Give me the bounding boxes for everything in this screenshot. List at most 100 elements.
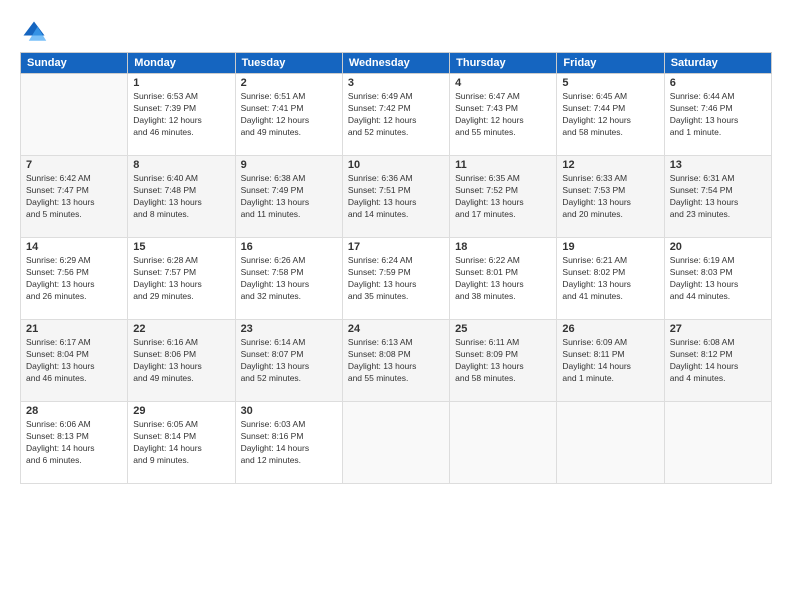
day-info: Sunrise: 6:49 AM Sunset: 7:42 PM Dayligh… [348, 91, 444, 139]
calendar-cell: 11Sunrise: 6:35 AM Sunset: 7:52 PM Dayli… [450, 156, 557, 238]
calendar-cell: 12 Sunrise: 6:33 AM Sunset: 7:53 PM Dayli… [557, 156, 664, 238]
day-number: 25 [455, 323, 551, 335]
day-number: 21 [26, 323, 122, 335]
calendar-cell: 14 Sunrise: 6:29 AM Sunset: 7:56 PM Dayli… [21, 238, 128, 320]
day-number: 6 [670, 77, 766, 89]
calendar-cell [664, 402, 771, 484]
day-info: Sunrise: 6:19 AM Sunset: 8:03 PM Dayligh… [670, 255, 766, 303]
day-info: Sunrise: 6:14 AM Sunset: 8:07 PM Dayligh… [241, 337, 337, 385]
calendar-cell: 3 Sunrise: 6:49 AM Sunset: 7:42 PM Daylig… [342, 74, 449, 156]
calendar-cell: 5Sunrise: 6:45 AM Sunset: 7:44 PM Daylig… [557, 74, 664, 156]
day-info: Sunrise: 6:16 AM Sunset: 8:06 PM Dayligh… [133, 337, 229, 385]
day-info: Sunrise: 6:17 AM Sunset: 8:04 PM Dayligh… [26, 337, 122, 385]
day-number: 14 [26, 241, 122, 253]
weekday-header: Thursday [450, 53, 557, 74]
day-info: Sunrise: 6:21 AM Sunset: 8:02 PM Dayligh… [562, 255, 658, 303]
day-info: Sunrise: 6:51 AM Sunset: 7:41 PM Dayligh… [241, 91, 337, 139]
calendar-week-row: 1 Sunrise: 6:53 AM Sunset: 7:39 PM Daylig… [21, 74, 772, 156]
day-number: 17 [348, 241, 444, 253]
calendar-cell: 20 Sunrise: 6:19 AM Sunset: 8:03 PM Dayli… [664, 238, 771, 320]
day-info: Sunrise: 6:03 AM Sunset: 8:16 PM Dayligh… [241, 419, 337, 467]
day-info: Sunrise: 6:28 AM Sunset: 7:57 PM Dayligh… [133, 255, 229, 303]
calendar-cell: 2 Sunrise: 6:51 AM Sunset: 7:41 PM Daylig… [235, 74, 342, 156]
calendar-cell: 10 Sunrise: 6:36 AM Sunset: 7:51 PM Dayli… [342, 156, 449, 238]
logo [20, 18, 52, 46]
day-number: 15 [133, 241, 229, 253]
weekday-header: Sunday [21, 53, 128, 74]
header [20, 18, 772, 46]
calendar-cell: 1 Sunrise: 6:53 AM Sunset: 7:39 PM Daylig… [128, 74, 235, 156]
calendar-week-row: 7 Sunrise: 6:42 AM Sunset: 7:47 PM Daylig… [21, 156, 772, 238]
day-number: 7 [26, 159, 122, 171]
day-number: 12 [562, 159, 658, 171]
calendar-cell: 25 Sunrise: 6:11 AM Sunset: 8:09 PM Dayli… [450, 320, 557, 402]
day-number: 10 [348, 159, 444, 171]
day-number: 9 [241, 159, 337, 171]
weekday-header: Wednesday [342, 53, 449, 74]
calendar-cell [450, 402, 557, 484]
day-info: Sunrise: 6:44 AM Sunset: 7:46 PM Dayligh… [670, 91, 766, 139]
calendar-week-row: 14 Sunrise: 6:29 AM Sunset: 7:56 PM Dayli… [21, 238, 772, 320]
day-number: 22 [133, 323, 229, 335]
day-info: Sunrise: 6:29 AM Sunset: 7:56 PM Dayligh… [26, 255, 122, 303]
calendar-cell: 8Sunrise: 6:40 AM Sunset: 7:48 PM Daylig… [128, 156, 235, 238]
weekday-header: Saturday [664, 53, 771, 74]
calendar-cell: 29Sunrise: 6:05 AM Sunset: 8:14 PM Dayli… [128, 402, 235, 484]
weekday-header: Friday [557, 53, 664, 74]
day-info: Sunrise: 6:38 AM Sunset: 7:49 PM Dayligh… [241, 173, 337, 221]
page: SundayMondayTuesdayWednesdayThursdayFrid… [0, 0, 792, 612]
calendar-cell [21, 74, 128, 156]
day-info: Sunrise: 6:33 AM Sunset: 7:53 PM Dayligh… [562, 173, 658, 221]
calendar-cell: 27 Sunrise: 6:08 AM Sunset: 8:12 PM Dayli… [664, 320, 771, 402]
calendar-week-row: 28 Sunrise: 6:06 AM Sunset: 8:13 PM Dayli… [21, 402, 772, 484]
day-number: 1 [133, 77, 229, 89]
day-info: Sunrise: 6:06 AM Sunset: 8:13 PM Dayligh… [26, 419, 122, 467]
calendar-cell: 22 Sunrise: 6:16 AM Sunset: 8:06 PM Dayli… [128, 320, 235, 402]
day-number: 13 [670, 159, 766, 171]
day-number: 26 [562, 323, 658, 335]
day-info: Sunrise: 6:09 AM Sunset: 8:11 PM Dayligh… [562, 337, 658, 385]
day-number: 8 [133, 159, 229, 171]
calendar-cell: 30Sunrise: 6:03 AM Sunset: 8:16 PM Dayli… [235, 402, 342, 484]
day-number: 27 [670, 323, 766, 335]
logo-icon [20, 18, 48, 46]
calendar-cell: 19 Sunrise: 6:21 AM Sunset: 8:02 PM Dayli… [557, 238, 664, 320]
calendar-cell: 24Sunrise: 6:13 AM Sunset: 8:08 PM Dayli… [342, 320, 449, 402]
calendar-cell: 18Sunrise: 6:22 AM Sunset: 8:01 PM Dayli… [450, 238, 557, 320]
day-info: Sunrise: 6:31 AM Sunset: 7:54 PM Dayligh… [670, 173, 766, 221]
calendar-header: SundayMondayTuesdayWednesdayThursdayFrid… [21, 53, 772, 74]
calendar-week-row: 21 Sunrise: 6:17 AM Sunset: 8:04 PM Dayli… [21, 320, 772, 402]
calendar-table: SundayMondayTuesdayWednesdayThursdayFrid… [20, 52, 772, 484]
day-info: Sunrise: 6:26 AM Sunset: 7:58 PM Dayligh… [241, 255, 337, 303]
day-number: 3 [348, 77, 444, 89]
day-info: Sunrise: 6:45 AM Sunset: 7:44 PM Dayligh… [562, 91, 658, 139]
calendar-cell: 16Sunrise: 6:26 AM Sunset: 7:58 PM Dayli… [235, 238, 342, 320]
weekday-header-row: SundayMondayTuesdayWednesdayThursdayFrid… [21, 53, 772, 74]
day-info: Sunrise: 6:11 AM Sunset: 8:09 PM Dayligh… [455, 337, 551, 385]
day-info: Sunrise: 6:42 AM Sunset: 7:47 PM Dayligh… [26, 173, 122, 221]
calendar-cell [557, 402, 664, 484]
calendar-cell: 21 Sunrise: 6:17 AM Sunset: 8:04 PM Dayli… [21, 320, 128, 402]
day-number: 29 [133, 405, 229, 417]
day-number: 28 [26, 405, 122, 417]
day-info: Sunrise: 6:35 AM Sunset: 7:52 PM Dayligh… [455, 173, 551, 221]
calendar-cell: 6 Sunrise: 6:44 AM Sunset: 7:46 PM Daylig… [664, 74, 771, 156]
calendar-cell: 9 Sunrise: 6:38 AM Sunset: 7:49 PM Daylig… [235, 156, 342, 238]
day-info: Sunrise: 6:08 AM Sunset: 8:12 PM Dayligh… [670, 337, 766, 385]
calendar-cell: 13 Sunrise: 6:31 AM Sunset: 7:54 PM Dayli… [664, 156, 771, 238]
day-info: Sunrise: 6:53 AM Sunset: 7:39 PM Dayligh… [133, 91, 229, 139]
calendar-cell: 7 Sunrise: 6:42 AM Sunset: 7:47 PM Daylig… [21, 156, 128, 238]
day-number: 19 [562, 241, 658, 253]
calendar-cell: 17Sunrise: 6:24 AM Sunset: 7:59 PM Dayli… [342, 238, 449, 320]
day-number: 20 [670, 241, 766, 253]
day-number: 18 [455, 241, 551, 253]
calendar-body: 1 Sunrise: 6:53 AM Sunset: 7:39 PM Daylig… [21, 74, 772, 484]
day-info: Sunrise: 6:36 AM Sunset: 7:51 PM Dayligh… [348, 173, 444, 221]
day-number: 4 [455, 77, 551, 89]
calendar-cell: 15 Sunrise: 6:28 AM Sunset: 7:57 PM Dayli… [128, 238, 235, 320]
day-number: 23 [241, 323, 337, 335]
weekday-header: Monday [128, 53, 235, 74]
day-number: 2 [241, 77, 337, 89]
calendar-cell: 26 Sunrise: 6:09 AM Sunset: 8:11 PM Dayli… [557, 320, 664, 402]
day-info: Sunrise: 6:47 AM Sunset: 7:43 PM Dayligh… [455, 91, 551, 139]
